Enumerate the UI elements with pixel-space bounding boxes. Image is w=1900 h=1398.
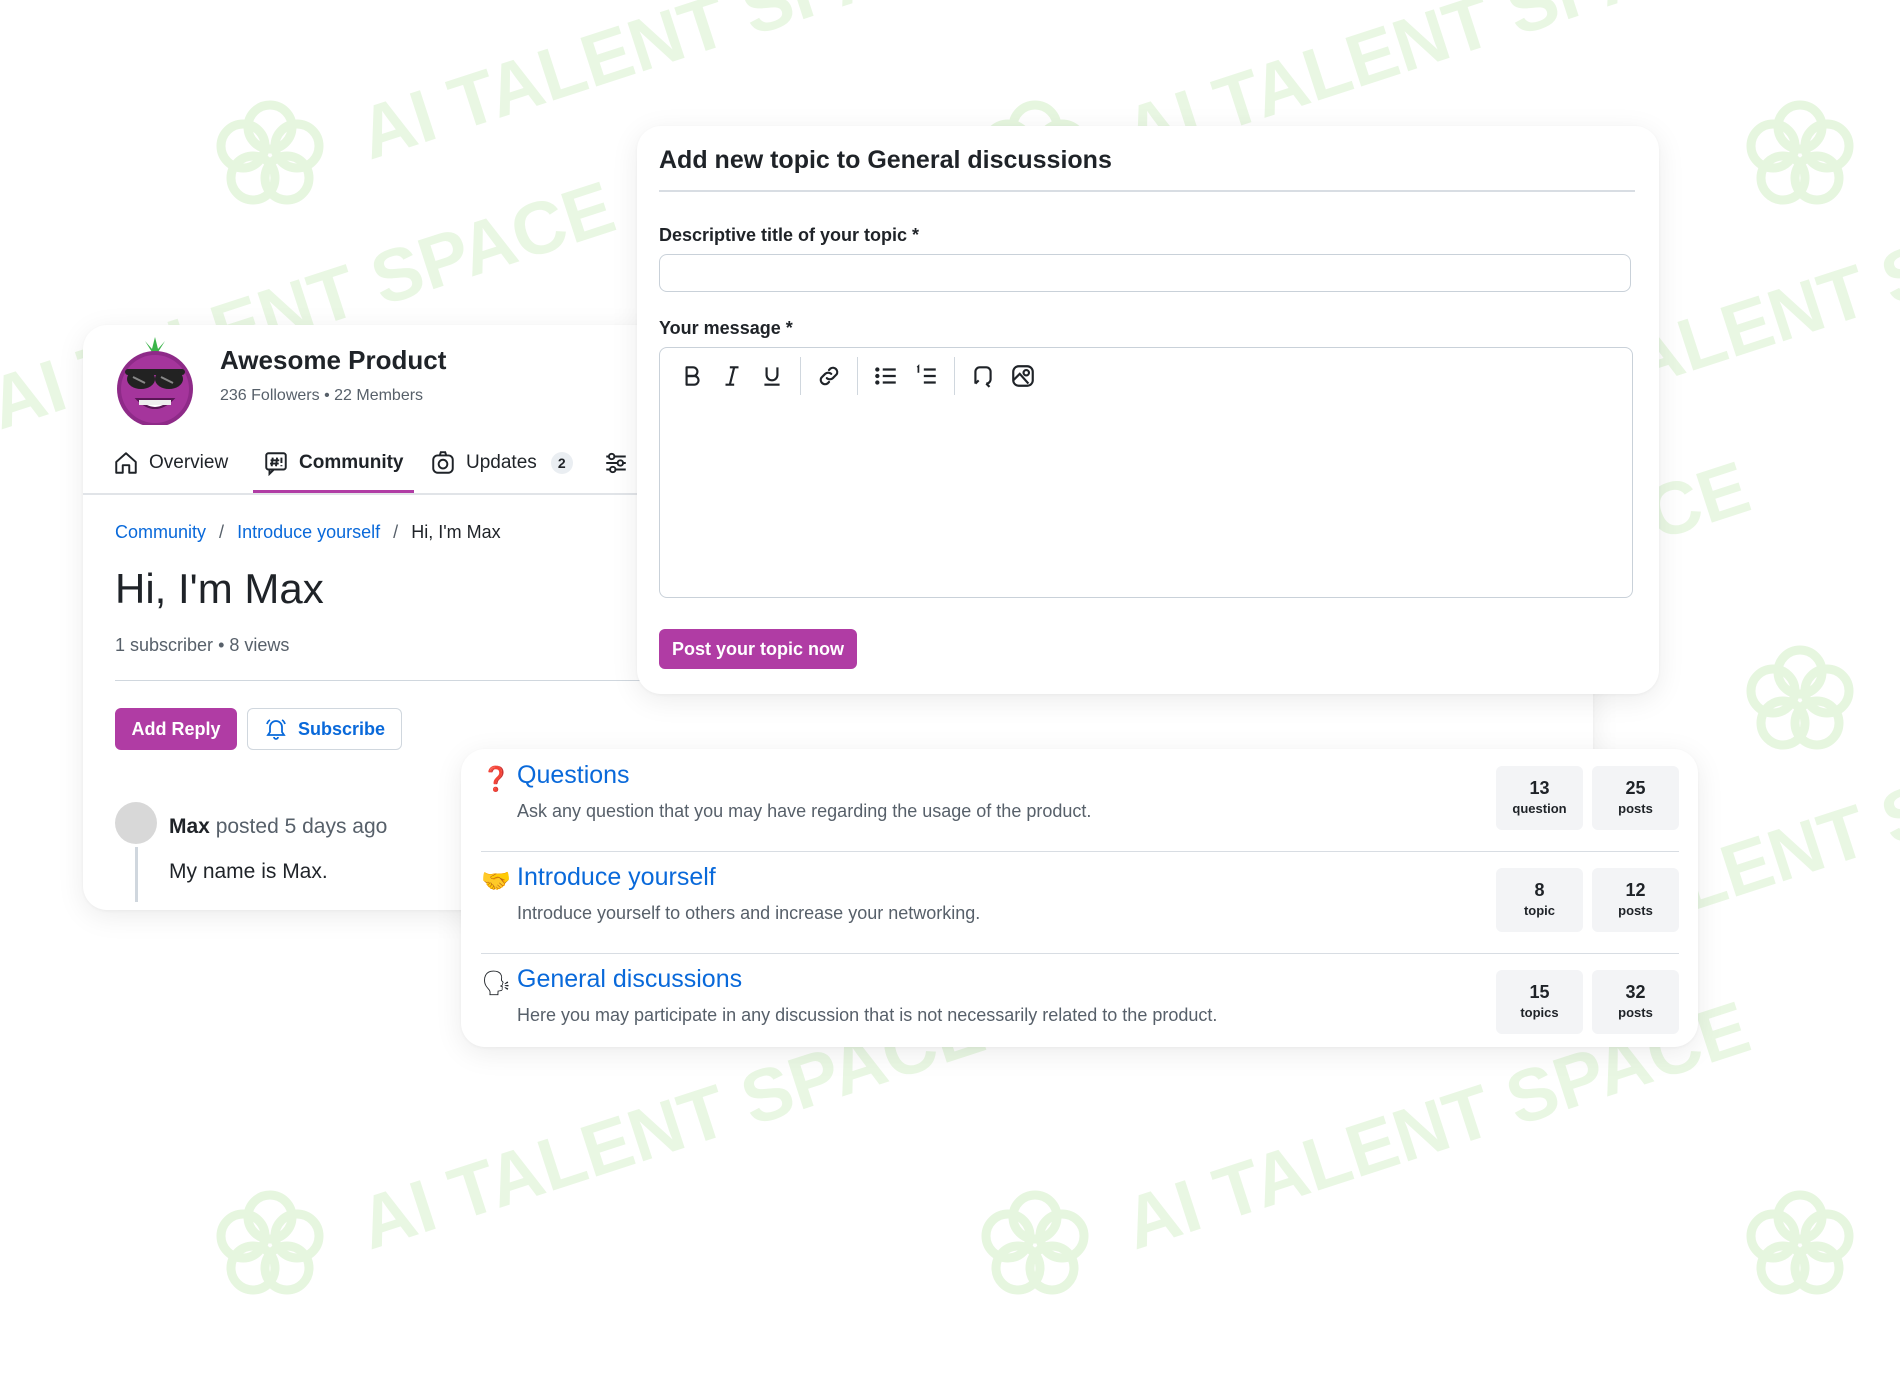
hashtag-chat-icon [265,452,287,476]
page-title: Hi, I'm Max [115,565,324,612]
breadcrumb-separator: / [393,522,399,542]
link-icon [819,366,839,386]
post-count-unit: posts [1618,1005,1653,1020]
bold-button[interactable] [672,356,712,396]
numbered-list-icon [916,364,936,384]
topic-count-unit: topic [1523,903,1556,918]
bold-icon [685,366,700,386]
tab-settings[interactable] [603,435,629,491]
subscribe-button[interactable]: Subscribe [247,708,403,750]
camera-icon [432,451,454,474]
tab-overview[interactable]: Overview [113,435,228,491]
members-count[interactable]: 22 Members [334,387,423,404]
reply-body: My name is Max. [169,860,328,883]
divider [659,190,1635,192]
reply-author[interactable]: Max [169,815,210,838]
topic-title-input[interactable] [659,254,1631,292]
categories-list: ❓ Questions Ask any question that you ma… [461,749,1698,1047]
toolbar-separator [857,357,858,395]
italic-icon [725,366,739,386]
breadcrumb-introduce-yourself[interactable]: Introduce yourself [237,522,380,542]
topic-count: 13 [1529,778,1550,798]
post-count-badge: 25 posts [1592,766,1679,830]
followers-count[interactable]: 236 Followers [220,387,320,404]
underline-button[interactable] [752,356,792,396]
avatar[interactable] [115,802,157,844]
post-count: 12 [1625,880,1646,900]
post-topic-button[interactable]: Post your topic now [659,629,857,669]
post-count-unit: posts [1618,903,1653,918]
tab-label: Updates [466,452,537,473]
product-logo-icon [117,337,193,425]
breadcrumb-separator: / [219,522,225,542]
subscriber-count: 1 subscriber [115,635,214,655]
category-title[interactable]: General discussions [517,965,742,994]
speaking-head-icon: 🗣 [481,970,512,997]
product-stats: 236 Followers • 22 Members [220,387,423,405]
toolbar-separator [954,357,955,395]
topic-count: 15 [1529,982,1550,1002]
tab-label: Overview [149,452,229,473]
editor-toolbar [672,356,1043,396]
reply-thread-line [135,847,138,902]
handshake-icon: 🤝 [481,868,511,895]
new-topic-form: Add new topic to General discussions Des… [637,126,1659,694]
product-name: Awesome Product [220,345,447,375]
quote-icon [974,366,992,388]
category-row-general-discussions[interactable]: 🗣 General discussions Here you may parti… [481,953,1679,1055]
bullet-list-button[interactable] [866,356,906,396]
bell-icon [266,719,286,740]
image-button[interactable] [1003,356,1043,396]
topic-count-unit: question [1512,801,1567,816]
tab-community[interactable]: Community [253,435,413,493]
post-count: 25 [1625,778,1646,798]
topic-stats: 1 subscriber • 8 views [115,635,289,656]
reply-header: Max posted 5 days ago [169,815,387,839]
post-count-badge: 32 posts [1592,970,1679,1034]
breadcrumb: Community / Introduce yourself / Hi, I'm… [115,522,501,543]
underline-icon [764,367,780,386]
message-field-label: Your message * [659,318,793,338]
tab-updates[interactable]: Updates 2 [430,435,573,491]
topic-count-badge: 8 topic [1496,868,1583,932]
subscribe-label: Subscribe [298,718,386,739]
bullet-list-icon [875,367,896,385]
category-row-introduce-yourself[interactable]: 🤝 Introduce yourself Introduce yourself … [481,851,1679,954]
home-icon [115,452,137,474]
reply-timestamp: posted 5 days ago [215,815,388,838]
post-count-badge: 12 posts [1592,868,1679,932]
topic-count: 8 [1534,880,1545,900]
category-description: Introduce yourself to others and increas… [517,903,981,923]
add-reply-button[interactable]: Add Reply [115,708,237,750]
numbered-list-button[interactable] [906,356,946,396]
image-icon [1012,365,1034,387]
post-count: 32 [1625,982,1646,1002]
category-description: Here you may participate in any discussi… [517,1005,1218,1025]
breadcrumb-community[interactable]: Community [115,522,206,542]
category-title[interactable]: Questions [517,761,630,790]
sliders-icon [606,452,626,474]
form-title: Add new topic to General discussions [659,146,1112,174]
topic-count-badge: 15 topics [1496,970,1583,1034]
post-count-unit: posts [1618,801,1653,816]
breadcrumb-current: Hi, I'm Max [411,522,501,542]
title-field-label: Descriptive title of your topic * [659,225,920,245]
message-editor[interactable] [659,347,1633,598]
category-row-questions[interactable]: ❓ Questions Ask any question that you ma… [481,749,1679,852]
toolbar-separator [800,357,801,395]
italic-button[interactable] [712,356,752,396]
quote-button[interactable] [963,356,1003,396]
category-description: Ask any question that you may have regar… [517,801,1092,821]
category-title[interactable]: Introduce yourself [517,863,716,892]
meta-separator: • [324,387,330,404]
tab-label: Community [299,452,404,473]
updates-badge: 2 [550,452,573,474]
link-button[interactable] [809,356,849,396]
view-count: 8 views [229,635,290,655]
topic-count-unit: topics [1520,1005,1559,1020]
question-mark-icon: ❓ [481,766,511,793]
meta-separator: • [218,635,225,655]
topic-count-badge: 13 question [1496,766,1583,830]
